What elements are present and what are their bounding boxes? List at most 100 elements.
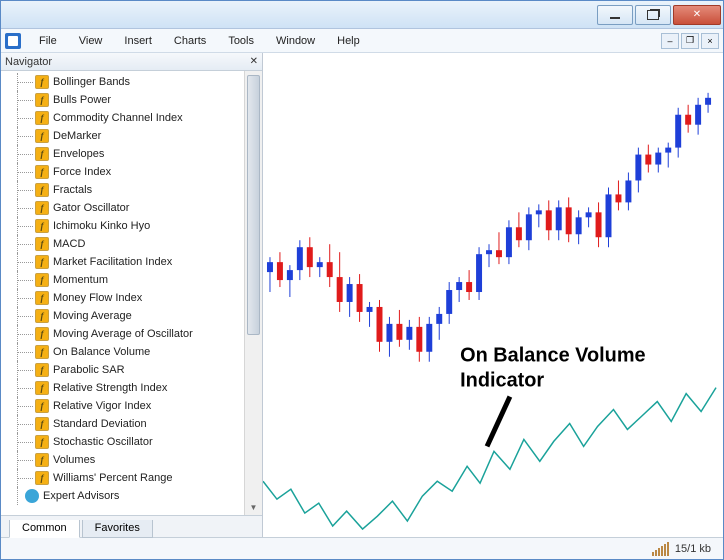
tree-item-indicator[interactable]: f Moving Average of Oscillator bbox=[7, 325, 244, 343]
menubar: File View Insert Charts Tools Window Hel… bbox=[1, 29, 723, 53]
tree-item-label: On Balance Volume bbox=[53, 346, 150, 358]
function-icon: f bbox=[35, 327, 49, 341]
tree-item-label: Envelopes bbox=[53, 148, 104, 160]
function-icon: f bbox=[35, 147, 49, 161]
statusbar: 15/1 kb bbox=[1, 537, 723, 559]
tree-item-indicator[interactable]: fWilliams' Percent Range bbox=[7, 469, 244, 487]
annotation-line2: Indicator bbox=[460, 370, 544, 392]
tree-item-indicator[interactable]: f Bulls Power bbox=[7, 91, 244, 109]
function-icon: f bbox=[35, 201, 49, 215]
function-icon: f bbox=[35, 129, 49, 143]
function-icon: f bbox=[35, 291, 49, 305]
tree-item-label: Standard Deviation bbox=[53, 418, 147, 430]
tree-item-label: Force Index bbox=[53, 166, 111, 178]
tree-item-label: Volumes bbox=[53, 454, 95, 466]
tree-item-indicator[interactable]: f Parabolic SAR bbox=[7, 361, 244, 379]
window-minimize-button[interactable] bbox=[597, 5, 633, 25]
function-icon: f bbox=[35, 363, 49, 377]
tree-item-label: Bollinger Bands bbox=[53, 76, 130, 88]
tree-item-indicator[interactable]: f Moving Average bbox=[7, 307, 244, 325]
navigator-title: Navigator bbox=[5, 56, 52, 68]
tree-item-indicator[interactable]: f On Balance Volume bbox=[7, 343, 244, 361]
tree-item-expert-advisors[interactable]: Expert Advisors bbox=[7, 487, 244, 505]
tree-item-indicator[interactable]: f Volumes bbox=[7, 451, 244, 469]
menu-charts[interactable]: Charts bbox=[164, 32, 216, 50]
tree-item-indicator[interactable]: f Ichimoku Kinko Hyo bbox=[7, 217, 244, 235]
titlebar bbox=[1, 1, 723, 29]
tree-item-label: Moving Average of Oscillator bbox=[53, 328, 193, 340]
connection-bars-icon bbox=[652, 542, 669, 556]
tree-item-indicator[interactable]: f Stochastic Oscillator bbox=[7, 433, 244, 451]
tree-item-label: Gator Oscillator bbox=[53, 202, 129, 214]
navigator-header: Navigator ✕ bbox=[1, 53, 262, 71]
tree-item-indicator[interactable]: fCommodity Channel Index bbox=[7, 109, 244, 127]
tree-item-indicator[interactable]: f Momentum bbox=[7, 271, 244, 289]
navigator-tree[interactable]: f Bollinger Bands f Bulls Power fCommodity C… bbox=[1, 71, 244, 515]
tree-item-label: Momentum bbox=[53, 274, 108, 286]
tree-item-label: Expert Advisors bbox=[43, 490, 119, 502]
navigator-panel: Navigator ✕ f Bollinger Bands f Bulls Power… bbox=[1, 53, 263, 537]
navigator-tabs: Common Favorites bbox=[1, 515, 262, 537]
expert-advisors-icon bbox=[25, 489, 39, 503]
navigator-close-icon[interactable]: ✕ bbox=[250, 56, 258, 67]
menu-file[interactable]: File bbox=[29, 32, 67, 50]
function-icon: f bbox=[35, 453, 49, 467]
tab-common[interactable]: Common bbox=[9, 520, 80, 538]
annotation-line1: On Balance Volume bbox=[460, 345, 645, 367]
tree-item-indicator[interactable]: f Envelopes bbox=[7, 145, 244, 163]
function-icon: f bbox=[35, 435, 49, 449]
function-icon: f bbox=[35, 417, 49, 431]
chart-svg: On Balance Volume Indicator bbox=[263, 53, 723, 537]
function-icon: f bbox=[35, 309, 49, 323]
tree-item-label: Bulls Power bbox=[53, 94, 111, 106]
window-close-button[interactable] bbox=[673, 5, 721, 25]
function-icon: f bbox=[35, 219, 49, 233]
tab-favorites[interactable]: Favorites bbox=[82, 520, 153, 538]
tree-item-indicator[interactable]: f Gator Oscillator bbox=[7, 199, 244, 217]
annotation-arrow bbox=[487, 397, 510, 447]
function-icon: f bbox=[35, 273, 49, 287]
mdi-restore-button[interactable]: ❐ bbox=[681, 33, 699, 49]
mdi-minimize-button[interactable]: – bbox=[661, 33, 679, 49]
navigator-scrollbar[interactable]: ▲ ▼ bbox=[244, 71, 262, 515]
tree-item-label: Parabolic SAR bbox=[53, 364, 125, 376]
tree-item-indicator[interactable]: f Force Index bbox=[7, 163, 244, 181]
function-icon: f bbox=[35, 93, 49, 107]
tree-item-label: DeMarker bbox=[53, 130, 101, 142]
tree-item-indicator[interactable]: fMACD bbox=[7, 235, 244, 253]
function-icon: f bbox=[35, 471, 49, 485]
tree-item-label: Moving Average bbox=[53, 310, 132, 322]
function-icon: f bbox=[35, 183, 49, 197]
function-icon: f bbox=[35, 75, 49, 89]
tree-item-indicator[interactable]: f Relative Vigor Index bbox=[7, 397, 244, 415]
tree-item-indicator[interactable]: f DeMarker bbox=[7, 127, 244, 145]
menu-tools[interactable]: Tools bbox=[218, 32, 264, 50]
function-icon: f bbox=[35, 237, 49, 251]
menu-help[interactable]: Help bbox=[327, 32, 370, 50]
tree-item-label: Fractals bbox=[53, 184, 92, 196]
function-icon: f bbox=[35, 399, 49, 413]
tree-item-indicator[interactable]: fRelative Strength Index bbox=[7, 379, 244, 397]
tree-item-indicator[interactable]: f Standard Deviation bbox=[7, 415, 244, 433]
function-icon: f bbox=[35, 381, 49, 395]
function-icon: f bbox=[35, 165, 49, 179]
function-icon: f bbox=[35, 255, 49, 269]
tree-item-indicator[interactable]: f Fractals bbox=[7, 181, 244, 199]
status-transfer: 15/1 kb bbox=[675, 543, 715, 555]
tree-item-indicator[interactable]: fMoney Flow Index bbox=[7, 289, 244, 307]
tree-item-label: Stochastic Oscillator bbox=[53, 436, 153, 448]
window-restore-button[interactable] bbox=[635, 5, 671, 25]
mdi-close-button[interactable]: × bbox=[701, 33, 719, 49]
function-icon: f bbox=[35, 345, 49, 359]
tree-item-label: Relative Vigor Index bbox=[53, 400, 151, 412]
chart-area[interactable]: On Balance Volume Indicator bbox=[263, 53, 723, 537]
menu-view[interactable]: View bbox=[69, 32, 113, 50]
app-window: File View Insert Charts Tools Window Hel… bbox=[0, 0, 724, 560]
scroll-down-icon[interactable]: ▼ bbox=[245, 499, 262, 515]
tree-item-label: Ichimoku Kinko Hyo bbox=[53, 220, 150, 232]
scroll-thumb[interactable] bbox=[247, 75, 260, 335]
tree-item-indicator[interactable]: fMarket Facilitation Index bbox=[7, 253, 244, 271]
menu-window[interactable]: Window bbox=[266, 32, 325, 50]
tree-item-indicator[interactable]: f Bollinger Bands bbox=[7, 73, 244, 91]
menu-insert[interactable]: Insert bbox=[114, 32, 162, 50]
